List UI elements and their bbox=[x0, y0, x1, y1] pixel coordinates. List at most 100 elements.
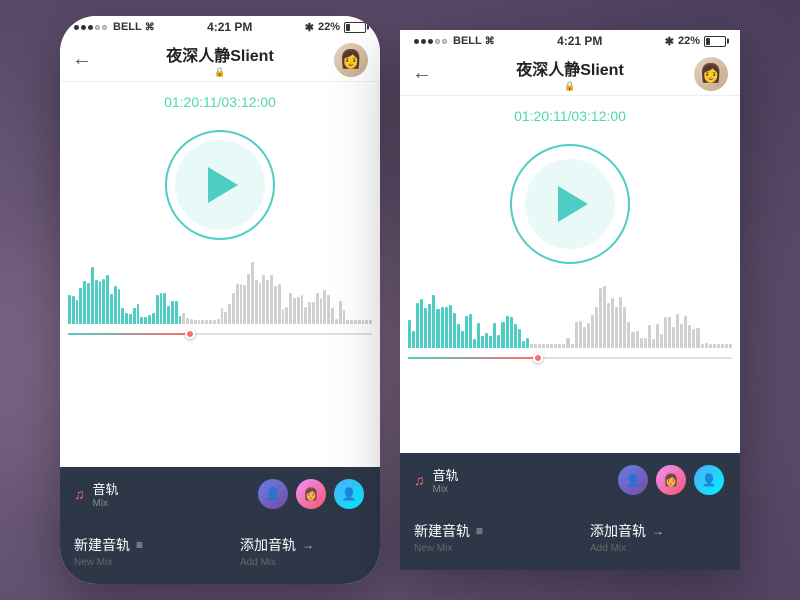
waveform-bar-30 bbox=[182, 313, 185, 324]
progress-track-left bbox=[68, 333, 372, 335]
waveform-bar-1 bbox=[72, 296, 75, 324]
progress-track-right bbox=[408, 357, 732, 359]
waveform-bar-60 bbox=[652, 339, 655, 348]
new-mix-button-right[interactable]: 新建音轨 ≡ New Mix bbox=[414, 517, 570, 558]
waveform-bar-2 bbox=[76, 300, 79, 324]
add-mix-button-left[interactable]: 添加音轨 → Add Mix bbox=[220, 531, 366, 572]
waveform-bar-21 bbox=[148, 315, 151, 324]
waveform-bar-24 bbox=[160, 293, 163, 324]
play-button-left[interactable] bbox=[165, 130, 275, 240]
lock-icon: 🔒 bbox=[166, 67, 274, 78]
waveform-bar-23 bbox=[156, 295, 159, 324]
signal-dots-right bbox=[414, 39, 447, 44]
play-triangle-right bbox=[558, 186, 588, 222]
waveform-bar-4 bbox=[83, 281, 86, 324]
track-avatar-r1[interactable]: 👤 bbox=[616, 463, 650, 497]
add-mix-label-right: 添加音轨 → bbox=[590, 521, 664, 541]
waveform-bar-54 bbox=[627, 322, 630, 348]
progress-thumb-right[interactable] bbox=[533, 353, 543, 363]
progress-wrap-right[interactable] bbox=[400, 348, 740, 368]
waveform-bar-57 bbox=[640, 338, 643, 348]
rdot-1 bbox=[414, 39, 419, 44]
time-display-right: 01:20:11/03:12:00 bbox=[400, 96, 740, 134]
avatar-face: 👩 bbox=[340, 49, 362, 70]
new-mix-icon-right: ≡ bbox=[476, 524, 483, 538]
waveform-bar-9 bbox=[102, 279, 105, 324]
waveform-bar-7 bbox=[436, 309, 439, 348]
status-right-right: ✱ 22% bbox=[665, 35, 726, 48]
track-subtitle-right: Mix bbox=[433, 484, 617, 495]
waveform-bar-29 bbox=[179, 316, 182, 324]
dot-4 bbox=[95, 25, 100, 30]
waveform-bar-18 bbox=[137, 304, 140, 324]
track-avatar-r2[interactable]: 👩 bbox=[654, 463, 688, 497]
waveform-bar-66 bbox=[320, 298, 323, 324]
waveform-bar-65 bbox=[316, 293, 319, 324]
waveform-bar-28 bbox=[522, 341, 525, 348]
add-mix-sub-right: Add Mix bbox=[590, 543, 626, 554]
track-subtitle-left: Mix bbox=[93, 498, 257, 509]
new-mix-button-left[interactable]: 新建音轨 ≡ New Mix bbox=[74, 531, 220, 572]
waveform-bars-right bbox=[400, 278, 740, 348]
waveform-bar-7 bbox=[95, 280, 98, 324]
content-left: 01:20:11/03:12:00 bbox=[60, 82, 380, 584]
waveform-bar-5 bbox=[428, 304, 431, 348]
waveform-bar-45 bbox=[240, 284, 243, 324]
waveform-bar-10 bbox=[449, 305, 452, 348]
avatar-r2-face: 👩 bbox=[656, 465, 686, 495]
avatar-right[interactable]: 👩 bbox=[694, 57, 728, 91]
waveform-bar-46 bbox=[243, 285, 246, 324]
waveform-bar-10 bbox=[106, 275, 109, 324]
waveform-bar-57 bbox=[285, 307, 288, 324]
track-avatar-2[interactable]: 👩 bbox=[294, 477, 328, 511]
nav-bar-left: ← 夜深人静Slient 🔒 👩 bbox=[60, 38, 380, 82]
waveform-bar-65 bbox=[672, 327, 675, 348]
waveform-bar-26 bbox=[514, 324, 517, 348]
tracks-section-right: ♫ 音轨 Mix 👤 👩 👤 bbox=[400, 453, 740, 509]
waveform-bar-19 bbox=[140, 317, 143, 324]
track-avatar-r3[interactable]: 👤 bbox=[692, 463, 726, 497]
waveform-bar-42 bbox=[579, 321, 582, 348]
back-button-right[interactable]: ← bbox=[412, 58, 440, 89]
play-area-left bbox=[60, 120, 380, 254]
dot-3 bbox=[88, 25, 93, 30]
add-mix-button-right[interactable]: 添加音轨 → Add Mix bbox=[570, 517, 726, 558]
track-avatars-right: 👤 👩 👤 bbox=[616, 463, 726, 497]
song-title: 夜深人静Slient bbox=[166, 42, 274, 66]
status-time: 4:21 PM bbox=[207, 20, 252, 34]
waveform-bar-52 bbox=[619, 297, 622, 349]
waveform-area-right[interactable] bbox=[400, 278, 740, 453]
play-button-right[interactable] bbox=[510, 144, 630, 264]
waveform-bar-16 bbox=[473, 339, 476, 348]
back-button[interactable]: ← bbox=[72, 44, 100, 75]
avatar-r3-face: 👤 bbox=[694, 465, 724, 495]
waveform-bar-15 bbox=[469, 314, 472, 348]
waveform-bar-48 bbox=[251, 262, 254, 324]
battery-fill-right bbox=[706, 38, 710, 45]
waveform-bar-20 bbox=[489, 336, 492, 348]
status-left-right: BELL ⌘ bbox=[414, 35, 495, 47]
progress-wrap-left[interactable] bbox=[60, 324, 380, 344]
waveform-bar-5 bbox=[87, 283, 90, 325]
track-avatar-1[interactable]: 👤 bbox=[256, 477, 290, 511]
waveform-bar-16 bbox=[129, 314, 132, 324]
dot-2 bbox=[81, 25, 86, 30]
progress-thumb-left[interactable] bbox=[185, 329, 195, 339]
track-title-right: 音轨 bbox=[433, 465, 617, 484]
waveform-bar-41 bbox=[224, 312, 227, 324]
avatar-1-face: 👤 bbox=[258, 479, 288, 509]
waveform-bar-42 bbox=[228, 304, 231, 324]
waveform-bar-2 bbox=[416, 303, 419, 348]
waveform-bar-68 bbox=[684, 316, 687, 348]
lock-icon-right: 🔒 bbox=[516, 81, 624, 92]
avatar-left[interactable]: 👩 bbox=[334, 43, 368, 77]
phone-right: BELL ⌘ 4:21 PM ✱ 22% ← 夜深人静Slient 🔒 👩 bbox=[400, 30, 740, 570]
add-mix-text-right: 添加音轨 bbox=[590, 521, 646, 541]
waveform-bar-6 bbox=[91, 267, 94, 324]
waveform-bar-12 bbox=[114, 286, 117, 324]
waveform-area-left[interactable] bbox=[60, 254, 380, 467]
waveform-bar-19 bbox=[485, 333, 488, 348]
track-avatar-3[interactable]: 👤 bbox=[332, 477, 366, 511]
new-mix-label-right: 新建音轨 ≡ bbox=[414, 521, 483, 541]
waveform-bar-24 bbox=[506, 316, 509, 348]
